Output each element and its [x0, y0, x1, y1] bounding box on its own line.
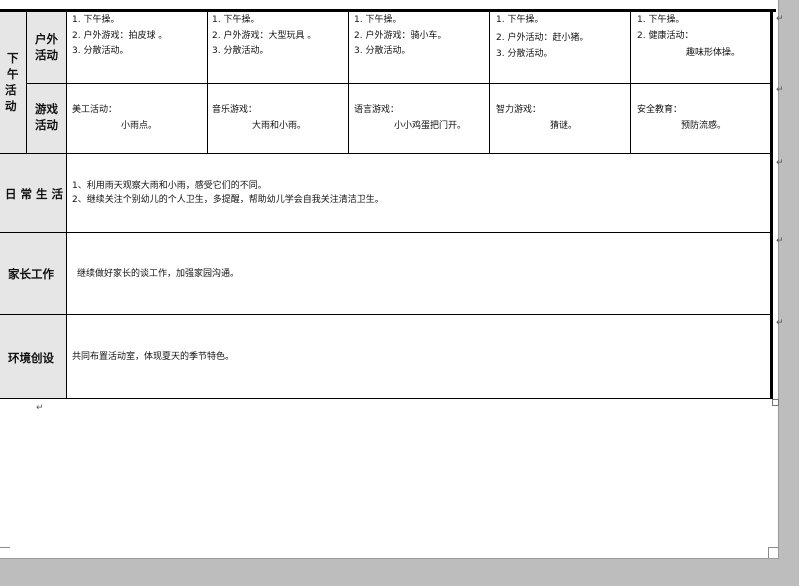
games-day2-line: 音乐游戏： — [212, 105, 258, 115]
table-row-divider — [0, 314, 771, 315]
afternoon-label-char: 下 — [7, 51, 19, 65]
daily-life-label: 日 常 生 活 — [5, 187, 64, 201]
games-day4-line: 猜谜。 — [550, 121, 578, 131]
outdoor-label: 户外 — [35, 32, 58, 46]
daily-life-line: 1、利用雨天观察大雨和小雨，感受它们的不同。 — [72, 181, 267, 191]
afternoon-label-char: 午 — [7, 67, 19, 81]
table-bottom-border — [0, 398, 773, 399]
games-day3-line: 小小鸡蛋把门开。 — [394, 121, 467, 131]
outdoor-day5-line: 趣味形体操。 — [686, 48, 741, 58]
afternoon-label-char: 动 — [5, 99, 17, 113]
end-of-row-mark: ↵ — [776, 158, 784, 168]
outdoor-label: 活动 — [35, 48, 58, 62]
crop-mark — [0, 547, 10, 558]
outdoor-day5-line: 1. 下午操。 — [637, 15, 685, 25]
games-day1-line: 小雨点。 — [121, 121, 158, 131]
games-label: 游戏 — [35, 102, 58, 116]
afternoon-label-char: 活 — [5, 83, 17, 97]
end-of-row-mark: ↵ — [776, 318, 784, 328]
table-top-border — [0, 9, 776, 12]
outdoor-day1-line: 1. 下午操。 — [72, 15, 120, 25]
table-row-divider — [26, 83, 771, 84]
outdoor-day4-line: 3. 分散活动。 — [496, 49, 553, 59]
outdoor-day4-line: 1. 下午操。 — [496, 15, 544, 25]
table-col-divider — [66, 12, 67, 398]
parents-label: 家长工作 — [8, 267, 54, 281]
outdoor-day4-line: 2. 户外活动：赶小猪。 — [496, 33, 589, 43]
paragraph-mark: ↵ — [36, 403, 44, 413]
games-day1-line: 美工活动： — [72, 105, 118, 115]
outdoor-day1-line: 2. 户外游戏：拍皮球 。 — [72, 31, 168, 41]
games-day4-line: 智力游戏： — [496, 105, 542, 115]
table-col-divider — [348, 12, 349, 153]
outdoor-day3-line: 2. 户外游戏：骑小车。 — [354, 31, 447, 41]
games-day5-line: 预防流感。 — [681, 121, 727, 131]
games-day3-line: 语言游戏： — [354, 105, 400, 115]
environment-text: 共同布置活动室，体现夏天的季节特色。 — [72, 352, 235, 362]
end-of-row-mark: ↵ — [776, 85, 784, 95]
table-col-divider — [207, 12, 208, 153]
outdoor-day2-line: 3. 分散活动。 — [212, 46, 269, 56]
environment-label: 环境创设 — [8, 351, 54, 365]
table-resize-handle[interactable] — [772, 399, 779, 406]
table-row-divider — [0, 153, 771, 154]
outdoor-day2-line: 1. 下午操。 — [212, 15, 260, 25]
crop-mark — [768, 547, 779, 558]
outdoor-day3-line: 1. 下午操。 — [354, 15, 402, 25]
games-day2-line: 大雨和小雨。 — [252, 121, 307, 131]
end-of-row-mark: ↵ — [776, 236, 784, 246]
outdoor-day3-line: 3. 分散活动。 — [354, 46, 411, 56]
end-of-row-mark: ↵ — [776, 14, 784, 24]
outdoor-day5-line: 2. 健康活动： — [637, 31, 694, 41]
games-label: 活动 — [35, 118, 58, 132]
outdoor-day2-line: 2. 户外游戏：大型玩具 。 — [212, 31, 317, 41]
games-day5-line: 安全教育： — [637, 105, 683, 115]
table-col-divider — [26, 12, 27, 153]
outdoor-day1-line: 3. 分散活动。 — [72, 46, 129, 56]
table-col-divider — [489, 12, 490, 153]
table-right-border — [770, 9, 773, 399]
table-col-divider — [630, 12, 631, 153]
document-page: 下 午 活 动 户外 活动 游戏 活动 1. 下午操。 2. 户外游戏：拍皮球 … — [0, 0, 784, 559]
daily-life-line: 2、继续关注个别幼儿的个人卫生，多提醒，帮助幼儿学会自我关注清洁卫生。 — [72, 195, 384, 205]
parents-text: 继续做好家长的谈工作，加强家园沟通。 — [77, 269, 240, 279]
table-row-divider — [0, 232, 771, 233]
